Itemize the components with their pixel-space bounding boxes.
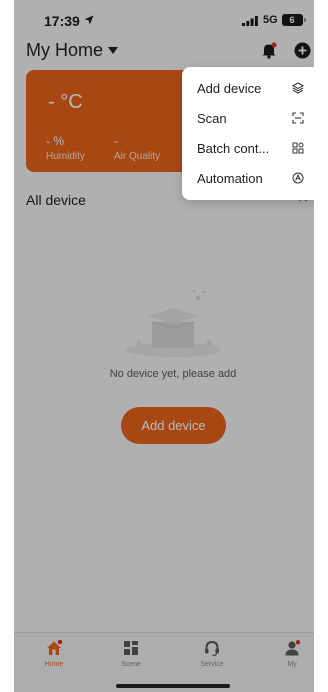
home-indicator bbox=[116, 684, 230, 688]
grid-icon bbox=[292, 142, 304, 154]
menu-item-batch-control[interactable]: Batch cont... bbox=[182, 133, 314, 163]
menu-item-label: Scan bbox=[197, 111, 227, 126]
menu-item-label: Batch cont... bbox=[197, 141, 270, 156]
menu-item-label: Automation bbox=[197, 171, 263, 186]
menu-item-scan[interactable]: Scan bbox=[182, 103, 314, 133]
menu-item-add-device[interactable]: Add device bbox=[182, 73, 314, 103]
automation-icon bbox=[292, 172, 304, 184]
scan-icon bbox=[292, 112, 304, 124]
cube-icon bbox=[292, 82, 304, 94]
menu-item-automation[interactable]: Automation bbox=[182, 163, 314, 193]
add-dropdown-menu: Add device Scan Batch cont... Automation bbox=[182, 67, 314, 200]
phone-screen: 17:39 5G 6 My Home - °C - % Humidity - A… bbox=[14, 0, 314, 692]
menu-item-label: Add device bbox=[197, 81, 262, 96]
